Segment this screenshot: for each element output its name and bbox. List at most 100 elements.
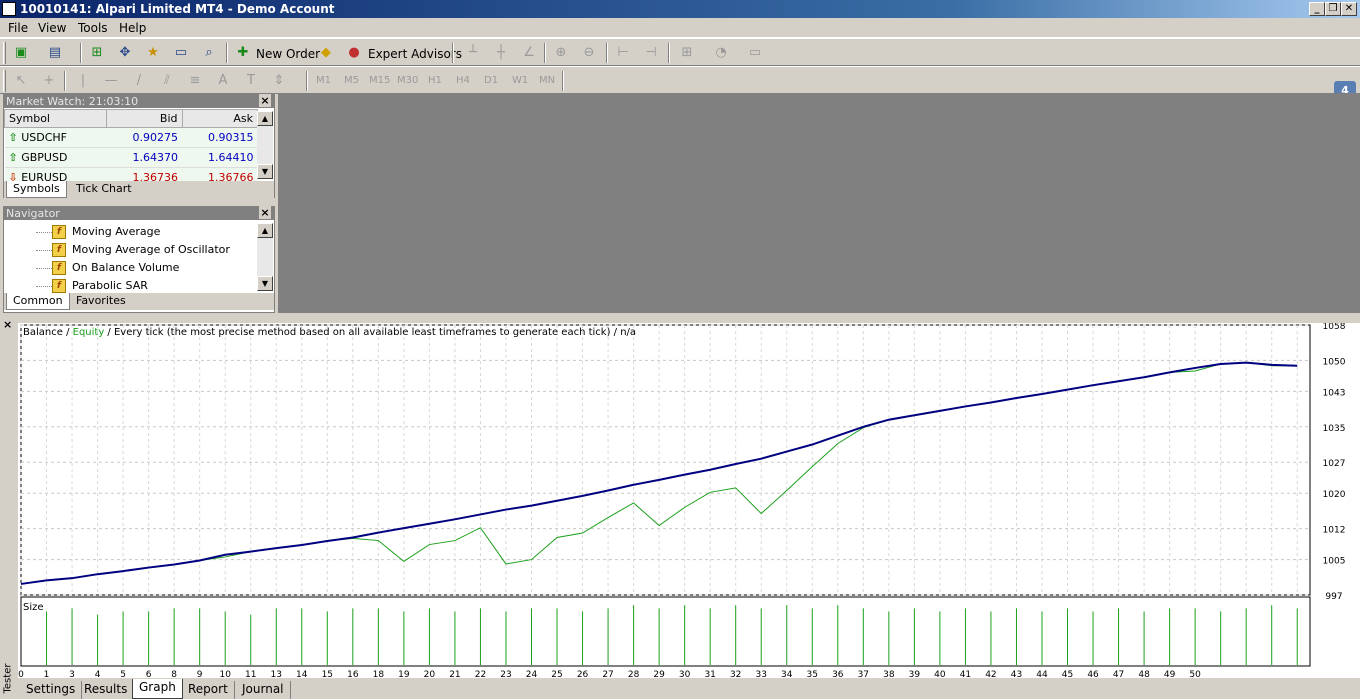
x-tick-label: 21 (449, 670, 460, 678)
navigator-header: Navigator × (4, 206, 274, 220)
metaeditor-icon[interactable]: ◆ (317, 44, 335, 62)
tab-settings[interactable]: Settings (20, 681, 83, 699)
minimize-button[interactable]: _ (1309, 2, 1325, 16)
ask-value: 1.64410 (182, 147, 258, 168)
bar-chart-icon[interactable]: ┴ (464, 44, 482, 62)
x-tick-label: 32 (730, 670, 741, 678)
scroll-up-icon[interactable]: ▲ (257, 111, 273, 126)
text-icon[interactable]: A (214, 72, 232, 90)
timeframe-mn[interactable]: MN (539, 75, 555, 86)
timeframe-h4[interactable]: H4 (456, 75, 470, 86)
strategy-tester-icon[interactable]: ⌕ (200, 44, 218, 62)
market-watch-icon[interactable]: ⊞ (88, 44, 106, 62)
scroll-up-icon[interactable]: ▲ (257, 223, 273, 238)
tab-report[interactable]: Report (182, 681, 235, 699)
nav-item[interactable]: f Moving Average (52, 223, 160, 241)
size-panel-label: Size (23, 602, 44, 613)
x-tick-label: 19 (398, 670, 410, 678)
horizontal-line-icon[interactable]: — (102, 72, 120, 90)
table-row[interactable]: ⇧ GBPUSD 1.64370 1.64410 (4, 147, 258, 168)
expert-advisors-icon[interactable]: ● (345, 44, 363, 62)
nav-item[interactable]: f On Balance Volume (52, 259, 179, 277)
timeframe-m30[interactable]: M30 (397, 75, 418, 86)
periods-icon[interactable]: ◔ (712, 44, 730, 62)
expert-advisors-button[interactable]: Expert Advisors (368, 47, 462, 61)
restore-button[interactable]: ❐ (1325, 2, 1341, 16)
new-order-icon[interactable]: ✚ (234, 44, 252, 62)
tab-tick-chart[interactable]: Tick Chart (70, 181, 138, 198)
timeframe-h1[interactable]: H1 (428, 75, 442, 86)
market-watch-scrollbar[interactable]: ▲ ▼ (257, 111, 273, 179)
indicator-icon: f (52, 279, 66, 293)
trendline-icon[interactable]: / (130, 72, 148, 90)
col-bid[interactable]: Bid (106, 109, 183, 128)
tester-tabs: Settings Results Graph Report Journal (16, 679, 1360, 699)
timeframe-w1[interactable]: W1 (512, 75, 528, 86)
zoom-in-icon[interactable]: ⊕ (552, 44, 570, 62)
profiles-icon[interactable]: ▤ (46, 44, 64, 62)
x-tick-label: 10 (219, 670, 231, 678)
cursor-icon[interactable]: ↖ (12, 72, 30, 90)
zoom-out-icon[interactable]: ⊖ (580, 44, 598, 62)
menu-file[interactable]: File (8, 21, 28, 35)
timeframe-m15[interactable]: M15 (369, 75, 390, 86)
tab-results[interactable]: Results (78, 681, 135, 699)
close-button[interactable]: ✕ (1341, 2, 1357, 16)
x-tick-label: 26 (577, 670, 589, 678)
menu-view[interactable]: View (38, 21, 66, 35)
equidistant-channel-icon[interactable]: ⫽ (158, 72, 176, 90)
tester-close-icon[interactable]: × (3, 318, 12, 331)
chart-title-balance: Balance (23, 327, 63, 338)
equity-chart-svg: 99710051012102010271035104310501058 0134… (18, 323, 1346, 678)
chart-shift-icon[interactable]: ⊣ (642, 44, 660, 62)
scroll-down-icon[interactable]: ▼ (257, 276, 273, 291)
x-tick-label: 8 (171, 670, 177, 678)
tab-graph[interactable]: Graph (132, 679, 183, 699)
nav-item[interactable]: f Moving Average of Oscillator (52, 241, 230, 259)
scroll-down-icon[interactable]: ▼ (257, 164, 273, 179)
arrow-up-icon: ⇧ (8, 151, 18, 164)
timeframe-d1[interactable]: D1 (484, 75, 498, 86)
line-chart-icon[interactable]: ∠ (520, 44, 538, 62)
new-chart-icon[interactable]: ▣ (12, 44, 30, 62)
tab-common[interactable]: Common (6, 293, 70, 310)
navigator-close-icon[interactable]: × (259, 206, 271, 219)
navigator-scrollbar[interactable]: ▲ ▼ (257, 223, 273, 291)
templates-icon[interactable]: ▭ (746, 44, 764, 62)
col-symbol[interactable]: Symbol (3, 109, 108, 128)
main-toolbar: ▣ ▤ ⊞ ✥ ★ ▭ ⌕ ✚ New Order ◆ ● Expert Adv… (0, 38, 1360, 101)
menu-tools[interactable]: Tools (78, 21, 108, 35)
app-icon (2, 2, 16, 16)
x-tick-label: 0 (18, 670, 24, 678)
timeframe-m5[interactable]: M5 (344, 75, 359, 86)
data-window-icon[interactable]: ✥ (116, 44, 134, 62)
tab-journal[interactable]: Journal (236, 681, 291, 699)
x-tick-label: 34 (781, 670, 793, 678)
indicators-icon[interactable]: ⊞ (678, 44, 696, 62)
tab-favorites[interactable]: Favorites (70, 293, 132, 310)
terminal-icon[interactable]: ▭ (172, 44, 190, 62)
tester-sidebar: × Tester (0, 318, 16, 699)
x-tick-label: 38 (883, 670, 895, 678)
x-tick-label: 31 (704, 670, 715, 678)
vertical-line-icon[interactable]: | (74, 72, 92, 90)
x-tick-label: 50 (1189, 670, 1201, 678)
x-tick-label: 33 (755, 670, 766, 678)
autoscroll-icon[interactable]: ⊢ (614, 44, 632, 62)
candlestick-icon[interactable]: ┼ (492, 44, 510, 62)
col-ask[interactable]: Ask (181, 109, 259, 128)
market-watch-close-icon[interactable]: × (259, 94, 271, 107)
text-label-icon[interactable]: T (242, 72, 260, 90)
tester-panel: × Tester 997 1005 1012 1020 1027 1035 1043 1050… (0, 318, 1360, 699)
arrows-icon[interactable]: ⇕ (270, 72, 288, 90)
chart-title-rest: / Every tick (the most precise method ba… (104, 327, 636, 338)
timeframe-m1[interactable]: M1 (316, 75, 331, 86)
crosshair-icon[interactable]: + (40, 72, 58, 90)
fibonacci-icon[interactable]: ≡ (186, 72, 204, 90)
navigator-icon[interactable]: ★ (144, 44, 162, 62)
table-row[interactable]: ⇧ USDCHF 0.90275 0.90315 (4, 127, 258, 148)
menu-help[interactable]: Help (119, 21, 146, 35)
tab-symbols[interactable]: Symbols (6, 181, 67, 198)
new-order-button[interactable]: New Order (256, 47, 320, 61)
market-watch-title: Market Watch: 21:03:10 (6, 95, 139, 108)
